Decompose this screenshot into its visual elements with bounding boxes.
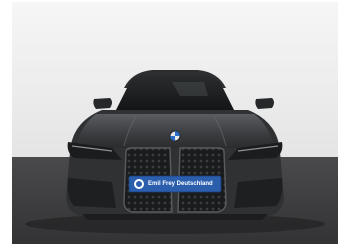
windshield [116, 75, 234, 110]
brand-badge-icon [169, 130, 181, 142]
left-air-intake [67, 178, 116, 208]
right-mirror [255, 98, 274, 109]
car-photo: Emil Frey Deutschland [12, 2, 338, 244]
left-mirror [93, 98, 112, 109]
dealer-plate-text: Emil Frey Deutschland [148, 181, 213, 187]
right-air-intake [234, 178, 283, 208]
car-photo-svg [12, 2, 338, 244]
front-splitter [82, 214, 268, 220]
